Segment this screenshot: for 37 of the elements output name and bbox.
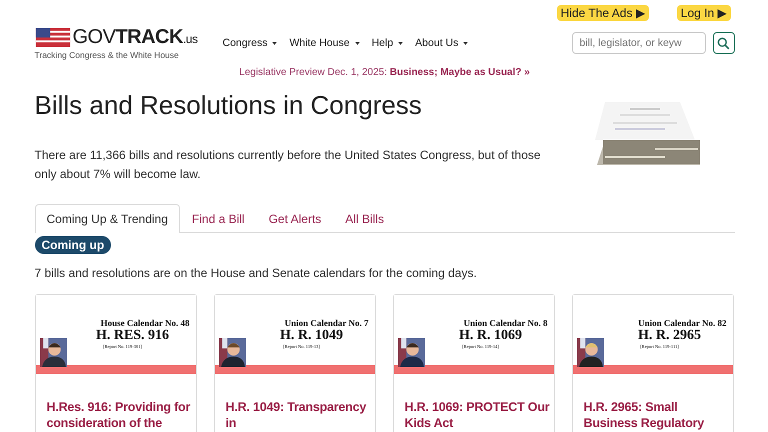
calendar-label: Union Calendar No. 8	[464, 318, 548, 328]
section-badge: Coming up	[34, 236, 112, 254]
nav-menu[interactable]: Congress	[222, 37, 278, 49]
flag-icon	[34, 28, 70, 47]
bill-title-link[interactable]: H.Res. 916: Providing for consideration of the	[36, 377, 196, 431]
caret-icon	[272, 42, 278, 44]
calendar-label: House Calendar No. 48	[100, 318, 190, 328]
top-link[interactable]: Hide The Ads ▶	[556, 5, 649, 21]
bill-number: H. R. 1069	[459, 328, 522, 344]
tab[interactable]: All Bills	[333, 204, 396, 233]
nav-menu[interactable]: Help	[372, 37, 404, 49]
page-title: Bills and Resolutions in Congress	[34, 90, 423, 121]
nav-menu[interactable]: White House	[289, 37, 360, 49]
bill-number: H. R. 1049	[280, 328, 343, 344]
tab[interactable]: Get Alerts	[256, 204, 334, 233]
nav-menu[interactable]: About Us	[415, 37, 468, 49]
announcement-text: Legislative Preview Dec. 1, 2025:	[239, 67, 387, 78]
search-icon	[717, 36, 730, 50]
calendar-label: Union Calendar No. 82	[638, 318, 726, 328]
tab[interactable]: Find a Bill	[180, 204, 257, 233]
top-link[interactable]: Log In ▶	[676, 5, 730, 21]
bill-title-link[interactable]: H.R. 1069: PROTECT Our Kids Act	[394, 377, 554, 431]
bill-title-link[interactable]: H.R. 1049: Transparency in	[214, 377, 374, 431]
summary-text: 7 bills and resolutions are on the House and Senate calendars for the coming days.	[34, 266, 478, 280]
logo-tagline: Tracking Congress & the White House	[34, 50, 180, 60]
tab[interactable]: Coming Up & Trending	[34, 204, 180, 233]
intro-text: There are 11,366 bills and resolutions currently before the United States Congress, but of those only about 7% will become law.	[34, 147, 542, 183]
calendar-label: Union Calendar No. 7	[284, 318, 368, 328]
caret-icon	[463, 42, 468, 44]
caret-icon	[354, 42, 360, 44]
bill-title-link[interactable]: H.R. 2965: Small Business Regulatory	[572, 377, 732, 431]
bill-number: H. R. 2965	[638, 328, 701, 344]
announcement-link[interactable]: Business; Maybe as Usual? »	[390, 67, 530, 78]
caret-icon	[398, 42, 404, 44]
search-button[interactable]	[712, 32, 734, 54]
bill-number: H. RES. 916	[96, 328, 170, 344]
search-field[interactable]: bill, legislator, or keyw	[572, 32, 706, 54]
